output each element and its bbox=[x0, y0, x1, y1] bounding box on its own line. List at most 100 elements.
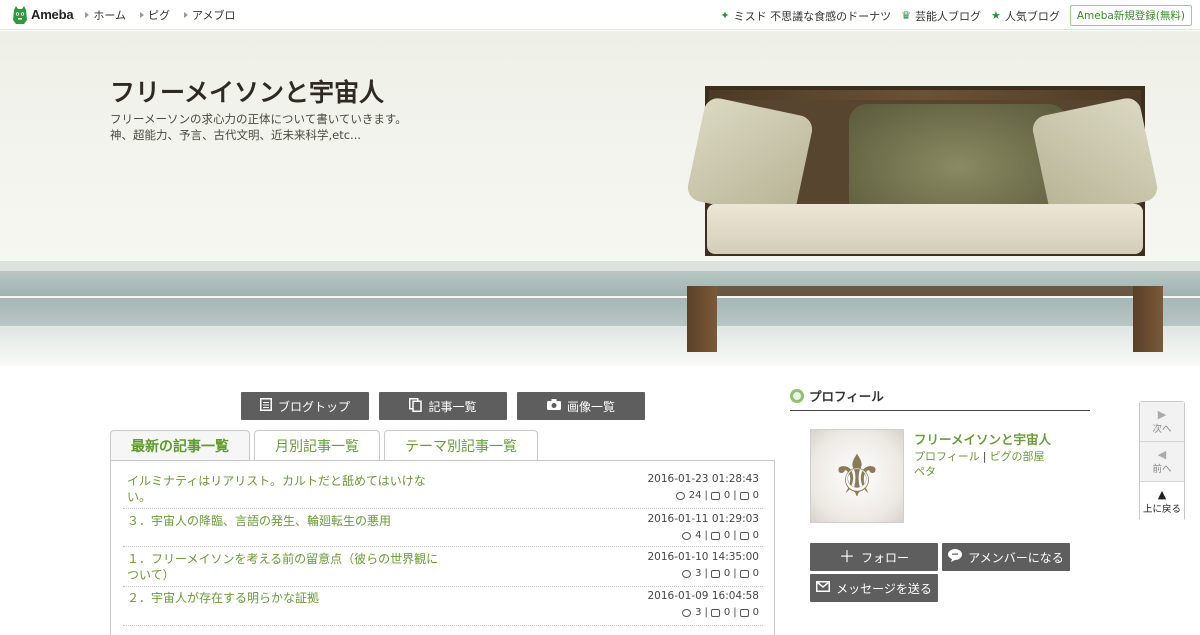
amember-button[interactable]: アメンバーになる bbox=[942, 543, 1070, 571]
like-icon bbox=[675, 491, 685, 500]
ameba-logo[interactable]: Ameba bbox=[12, 5, 74, 24]
reblog-count: 0 bbox=[723, 490, 731, 501]
blog-description-line: 神、超能力、予言、古代文明、近未来科学,etc... bbox=[110, 128, 362, 142]
profile-links: プロフィール | ピグの部屋 ペタ bbox=[914, 449, 1084, 479]
list-item: ３．宇宙人の降臨、言語の発生、輪廻転生の悪用 2016-01-11 01:29:… bbox=[123, 513, 763, 547]
reblog-count: 0 bbox=[723, 530, 731, 541]
comment-count: 0 bbox=[752, 490, 759, 501]
entry-list: イルミナティはリアリスト。カルトだと舐めてはいけない。 2016-01-23 0… bbox=[110, 460, 775, 635]
list-item: ２．宇宙人が存在する明らかな証拠 2016-01-09 16:04:58 3 | … bbox=[123, 590, 763, 626]
entry-title-link[interactable]: イルミナティはリアリスト。カルトだと舐めてはいけない。 bbox=[127, 473, 447, 505]
reblog-icon bbox=[710, 531, 720, 540]
comment-icon bbox=[739, 569, 749, 578]
blog-top-button[interactable]: ブログトップ bbox=[241, 392, 369, 420]
header-sofa-image bbox=[685, 76, 1165, 366]
sofa-pillow bbox=[1030, 95, 1160, 222]
reblog-icon bbox=[710, 569, 720, 578]
sofa-rail bbox=[687, 286, 1163, 296]
entry-date: 2016-01-23 01:28:43 bbox=[647, 473, 759, 485]
arrow-right-icon bbox=[85, 11, 90, 18]
like-icon bbox=[682, 608, 692, 617]
profile-name[interactable]: フリーメイソンと宇宙人 bbox=[914, 429, 1051, 448]
entry-stats: 4 | 0 | 0 bbox=[682, 530, 759, 541]
comment-icon bbox=[739, 491, 749, 500]
reblog-icon bbox=[710, 608, 720, 617]
entry-title-link[interactable]: ３．宇宙人の降臨、言語の発生、輪廻転生の悪用 bbox=[127, 513, 447, 529]
tab-latest[interactable]: 最新の記事一覧 bbox=[110, 430, 250, 460]
back-to-top-label: 上に戻る bbox=[1142, 504, 1181, 515]
like-icon bbox=[682, 531, 692, 540]
list-item: イルミナティはリアリスト。カルトだと舐めてはいけない。 2016-01-23 0… bbox=[123, 473, 763, 509]
follow-button[interactable]: ＋ フォロー bbox=[810, 543, 938, 571]
reblog-count: 0 bbox=[723, 607, 731, 618]
register-button[interactable]: Ameba新規登録(無料) bbox=[1069, 5, 1192, 26]
entry-tabs: 最新の記事一覧 月別記事一覧 テーマ別記事一覧 bbox=[110, 430, 538, 460]
crown-icon: ♛ bbox=[901, 9, 911, 22]
popular-blog-label: 人気ブログ bbox=[1004, 9, 1060, 23]
sofa-pillow bbox=[685, 95, 815, 222]
tab-monthly[interactable]: 月別記事一覧 bbox=[254, 430, 380, 460]
profile-link[interactable]: プロフィール bbox=[914, 450, 980, 463]
envelope-icon bbox=[816, 581, 831, 595]
blog-toolbar: ブログトップ 記事一覧 画像一覧 bbox=[241, 392, 645, 420]
entry-title-link[interactable]: １．フリーメイソンを考える前の留意点（彼らの世界観について） bbox=[127, 551, 447, 583]
copy-icon bbox=[409, 397, 423, 415]
back-to-top-button[interactable]: ▲ 上に戻る bbox=[1140, 482, 1184, 522]
entry-date: 2016-01-11 01:29:03 bbox=[647, 513, 759, 525]
separator: | bbox=[982, 450, 987, 463]
tab-theme[interactable]: テーマ別記事一覧 bbox=[384, 430, 538, 460]
message-button[interactable]: メッセージを送る bbox=[810, 574, 938, 602]
prev-button[interactable]: ◀ 前へ bbox=[1140, 442, 1184, 482]
speech-bubble-icon bbox=[948, 549, 963, 565]
avatar[interactable]: ⚜ bbox=[810, 429, 904, 523]
play-right-icon: ▶ bbox=[1157, 407, 1167, 421]
blog-title[interactable]: フリーメイソンと宇宙人 bbox=[110, 73, 384, 109]
amember-label: アメンバーになる bbox=[968, 550, 1064, 565]
blog-description-line: フリーメーソンの求心力の正体について書いていきます。 bbox=[110, 112, 407, 126]
plus-icon: ＋ bbox=[838, 547, 855, 566]
image-list-button[interactable]: 画像一覧 bbox=[517, 392, 645, 420]
entry-date: 2016-01-09 16:04:58 bbox=[647, 590, 759, 602]
reblog-count: 0 bbox=[723, 568, 731, 579]
article-list-button[interactable]: 記事一覧 bbox=[379, 392, 507, 420]
peta-link[interactable]: ペタ bbox=[914, 465, 936, 478]
nav-pigg[interactable]: ピグ bbox=[140, 7, 170, 23]
nav-home[interactable]: ホーム bbox=[85, 7, 126, 23]
celeb-blog-link[interactable]: ♛ 芸能人ブログ bbox=[901, 8, 981, 24]
article-list-label: 記事一覧 bbox=[428, 399, 477, 414]
comment-icon bbox=[739, 608, 749, 617]
entry-title-link[interactable]: ２．宇宙人が存在する明らかな証拠 bbox=[127, 590, 447, 606]
play-left-icon: ◀ bbox=[1157, 447, 1167, 461]
circle-icon bbox=[790, 388, 804, 403]
comment-count: 0 bbox=[752, 530, 759, 541]
like-count: 3 bbox=[695, 568, 702, 579]
pig-room-link[interactable]: ピグの部屋 bbox=[990, 450, 1045, 463]
global-header: Ameba ホーム ピグ アメブロ ✦ ミスド 不思議な食感のドーナツ ♛ 芸能人ブ… bbox=[0, 0, 1200, 30]
sofa-leg bbox=[687, 286, 717, 352]
next-label: 次へ bbox=[1152, 423, 1172, 435]
profile-panel: プロフィール ⚜ フリーメイソンと宇宙人 プロフィール | ピグの部屋 ペタ ＋ フ… bbox=[790, 386, 1090, 602]
nav-ameblo-label: アメブロ bbox=[192, 8, 236, 22]
promo-link[interactable]: ✦ ミスド 不思議な食感のドーナツ bbox=[720, 8, 891, 24]
sofa-leg bbox=[1133, 286, 1163, 352]
sofa-seat bbox=[707, 204, 1143, 254]
logo-text: Ameba bbox=[31, 7, 74, 22]
sparkle-icon: ✦ bbox=[720, 9, 730, 22]
like-icon bbox=[682, 569, 692, 578]
message-label: メッセージを送る bbox=[836, 581, 932, 596]
triangle-up-icon: ▲ bbox=[1157, 488, 1167, 501]
profile-heading: プロフィール bbox=[790, 386, 1090, 411]
prev-label: 前へ bbox=[1152, 463, 1172, 475]
image-list-label: 画像一覧 bbox=[566, 399, 615, 414]
document-icon bbox=[259, 398, 272, 414]
promo-label: ミスド 不思議な食感のドーナツ bbox=[733, 9, 892, 23]
page-side-nav: ▶ 次へ ◀ 前へ ▲ 上に戻る bbox=[1139, 401, 1185, 522]
camera-icon bbox=[546, 399, 561, 413]
popular-blog-link[interactable]: ★ 人気ブログ bbox=[991, 8, 1060, 24]
entry-stats: 24 | 0 | 0 bbox=[675, 490, 759, 501]
entry-stats: 3 | 0 | 0 bbox=[682, 607, 759, 618]
next-button[interactable]: ▶ 次へ bbox=[1140, 402, 1184, 442]
entry-stats: 3 | 0 | 0 bbox=[682, 568, 759, 579]
like-count: 3 bbox=[695, 607, 702, 618]
nav-ameblo[interactable]: アメブロ bbox=[184, 7, 235, 23]
